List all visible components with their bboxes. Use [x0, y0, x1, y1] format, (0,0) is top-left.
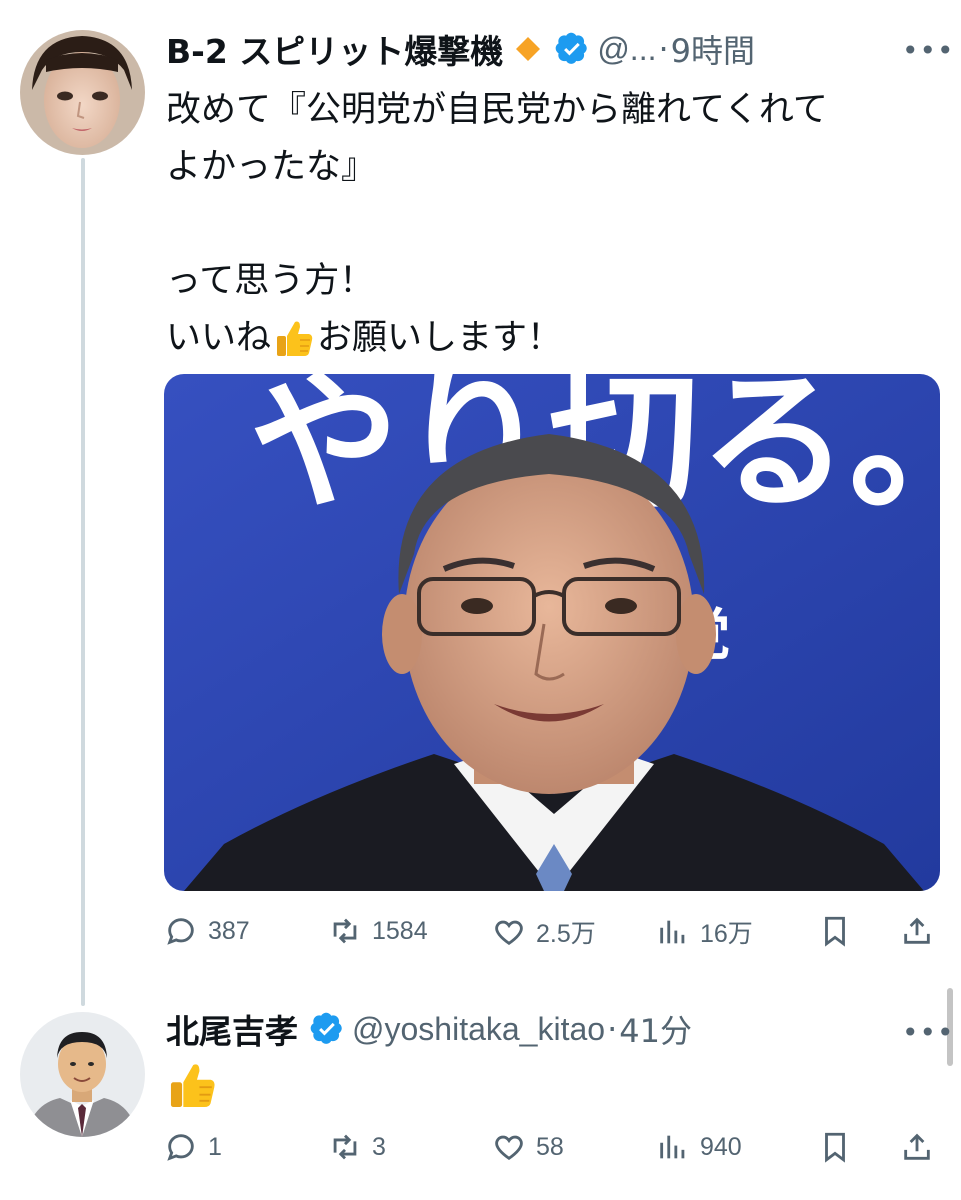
avatar[interactable] — [20, 30, 145, 155]
reply-button[interactable]: 387 — [164, 914, 250, 948]
bookmark-button[interactable] — [818, 914, 862, 948]
tweet-media-image[interactable]: やり切る。 党 — [164, 374, 940, 891]
reply-count: 387 — [208, 916, 250, 945]
tweet-text-segment: お願いします！ — [317, 318, 563, 358]
tweet-text-line: よかったな』 — [166, 147, 377, 187]
views-button[interactable]: 16万 — [656, 914, 753, 950]
views-button[interactable]: 940 — [656, 1130, 742, 1164]
views-count: 940 — [700, 1132, 742, 1161]
separator: · — [658, 30, 669, 68]
heart-icon — [495, 1135, 523, 1161]
views-icon — [660, 920, 685, 944]
tweet-text-line — [166, 196, 946, 253]
retweet-count: 3 — [372, 1132, 386, 1161]
separator: · — [607, 1010, 618, 1048]
retweet-icon — [333, 918, 357, 944]
views-count: 16万 — [700, 920, 753, 948]
bookmark-button[interactable] — [818, 1130, 862, 1164]
user-handle[interactable]: @... — [597, 31, 656, 68]
display-name[interactable]: 北尾吉孝 — [166, 1005, 298, 1053]
share-button[interactable] — [900, 914, 944, 948]
like-count: 2.5万 — [536, 920, 596, 948]
like-count: 58 — [536, 1132, 564, 1161]
more-options-icon[interactable]: ••• — [902, 1016, 955, 1049]
timestamp[interactable]: 41分 — [619, 1006, 692, 1052]
verified-badge-icon — [310, 1012, 342, 1044]
timestamp[interactable]: 9時間 — [671, 26, 755, 72]
diamond-icon — [516, 37, 541, 61]
reply-icon — [167, 1134, 194, 1161]
share-button[interactable] — [900, 1130, 944, 1164]
reply-icon — [167, 918, 194, 945]
tweet-text-segment: いいね — [166, 318, 272, 358]
reply-header: 北尾吉孝 @yoshitaka_kitao · 41分 — [166, 1004, 692, 1054]
retweet-icon — [333, 1134, 357, 1160]
tweet-text: 改めて『公明党が自民党から離れてくれて よかったな』 って思う方！ いいね お願… — [166, 82, 946, 367]
thread-line — [81, 158, 85, 1006]
verified-badge-icon — [555, 32, 588, 64]
heart-icon — [495, 920, 523, 946]
reply-button[interactable]: 1 — [164, 1130, 222, 1164]
bookmark-icon — [825, 1132, 845, 1163]
share-icon — [904, 1133, 930, 1160]
more-options-icon[interactable]: ••• — [902, 34, 955, 67]
tweet-text-line: って思う方！ — [166, 261, 375, 301]
user-handle[interactable]: @yoshitaka_kitao — [352, 1011, 605, 1048]
retweet-count: 1584 — [372, 916, 428, 945]
reply-count: 1 — [208, 1132, 222, 1161]
retweet-button[interactable]: 3 — [328, 1130, 386, 1164]
retweet-button[interactable]: 1584 — [328, 914, 428, 948]
like-button[interactable]: 2.5万 — [492, 914, 596, 950]
thumbs-up-icon — [277, 321, 313, 356]
avatar[interactable] — [20, 1012, 145, 1137]
tweet-text-line: 改めて『公明党が自民党から離れてくれて — [166, 90, 828, 130]
share-icon — [904, 917, 930, 944]
tweet-header: B-2 スピリット爆撃機 @... · 9時間 — [166, 24, 755, 74]
bookmark-icon — [825, 916, 845, 947]
tweet-text-line-with-emoji: いいね お願いします！ — [166, 310, 946, 367]
thumbs-up-icon — [170, 1064, 215, 1108]
like-button[interactable]: 58 — [492, 1130, 564, 1164]
display-name[interactable]: B-2 スピリット爆撃機 — [166, 25, 503, 73]
views-icon — [660, 1135, 685, 1159]
